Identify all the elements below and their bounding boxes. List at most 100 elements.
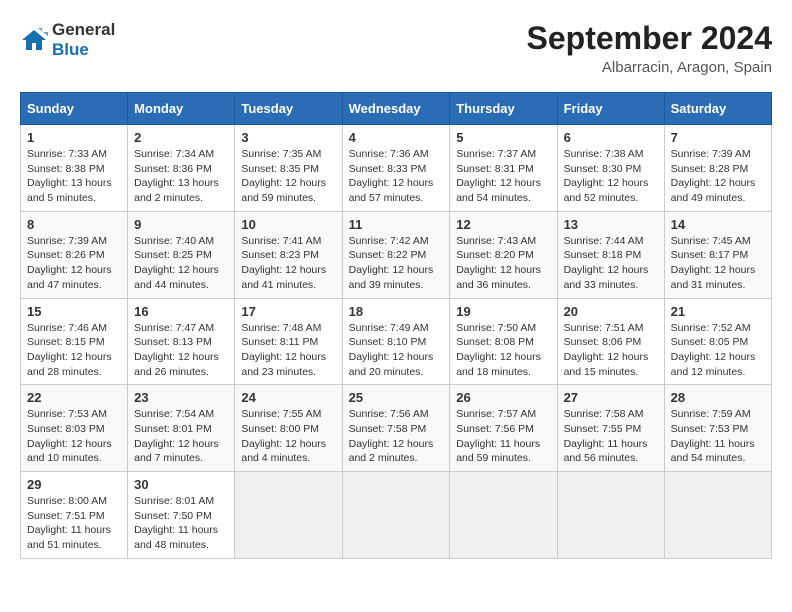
day-number: 26 [456, 390, 550, 405]
day-number: 19 [456, 304, 550, 319]
day-number: 12 [456, 217, 550, 232]
calendar-cell: 8 Sunrise: 7:39 AM Sunset: 8:26 PM Daylig… [21, 211, 128, 298]
day-number: 24 [241, 390, 335, 405]
day-number: 5 [456, 130, 550, 145]
weekday-header-sunday: Sunday [21, 93, 128, 125]
weekday-header-wednesday: Wednesday [342, 93, 450, 125]
day-info: Sunrise: 7:46 AM Sunset: 8:15 PM Dayligh… [27, 321, 121, 380]
calendar-cell [450, 472, 557, 559]
day-number: 2 [134, 130, 228, 145]
day-info: Sunrise: 7:39 AM Sunset: 8:26 PM Dayligh… [27, 234, 121, 293]
day-info: Sunrise: 7:52 AM Sunset: 8:05 PM Dayligh… [671, 321, 765, 380]
calendar-cell: 4Sunrise: 7:36 AM Sunset: 8:33 PM Daylig… [342, 125, 450, 212]
calendar-cell [664, 472, 771, 559]
calendar-cell: 26 Sunrise: 7:57 AM Sunset: 7:56 PM Dayli… [450, 385, 557, 472]
calendar-cell: 29 Sunrise: 8:00 AM Sunset: 7:51 PM Dayli… [21, 472, 128, 559]
page-header: General Blue September 2024 Albarracin, … [20, 20, 772, 76]
calendar-cell: 2 Sunrise: 7:34 AM Sunset: 8:36 PM Daylig… [128, 125, 235, 212]
day-info: Sunrise: 7:36 AM Sunset: 8:33 PM Dayligh… [349, 147, 444, 206]
day-info: Sunrise: 7:59 AM Sunset: 7:53 PM Dayligh… [671, 407, 765, 466]
location: Albarracin, Aragon, Spain [527, 59, 772, 76]
day-number: 9 [134, 217, 228, 232]
day-number: 28 [671, 390, 765, 405]
day-number: 23 [134, 390, 228, 405]
day-info: Sunrise: 7:55 AM Sunset: 8:00 PM Dayligh… [241, 407, 335, 466]
day-info: Sunrise: 7:48 AM Sunset: 8:11 PM Dayligh… [241, 321, 335, 380]
day-number: 7 [671, 130, 765, 145]
calendar-cell: 3 Sunrise: 7:35 AM Sunset: 8:35 PM Daylig… [235, 125, 342, 212]
day-number: 10 [241, 217, 335, 232]
calendar-week-row: 29 Sunrise: 8:00 AM Sunset: 7:51 PM Dayli… [21, 472, 772, 559]
calendar-cell: 25Sunrise: 7:56 AM Sunset: 7:58 PM Dayli… [342, 385, 450, 472]
day-info: Sunrise: 7:44 AM Sunset: 8:18 PM Dayligh… [564, 234, 658, 293]
calendar-cell [557, 472, 664, 559]
calendar-week-row: 8 Sunrise: 7:39 AM Sunset: 8:26 PM Daylig… [21, 211, 772, 298]
day-number: 30 [134, 477, 228, 492]
day-info: Sunrise: 7:34 AM Sunset: 8:36 PM Dayligh… [134, 147, 228, 206]
calendar-cell: 1 Sunrise: 7:33 AM Sunset: 8:38 PM Daylig… [21, 125, 128, 212]
day-info: Sunrise: 7:38 AM Sunset: 8:30 PM Dayligh… [564, 147, 658, 206]
calendar-cell: 22 Sunrise: 7:53 AM Sunset: 8:03 PM Dayli… [21, 385, 128, 472]
calendar-cell: 14 Sunrise: 7:45 AM Sunset: 8:17 PM Dayli… [664, 211, 771, 298]
day-info: Sunrise: 7:39 AM Sunset: 8:28 PM Dayligh… [671, 147, 765, 206]
calendar-week-row: 22 Sunrise: 7:53 AM Sunset: 8:03 PM Dayli… [21, 385, 772, 472]
day-info: Sunrise: 7:50 AM Sunset: 8:08 PM Dayligh… [456, 321, 550, 380]
day-info: Sunrise: 7:53 AM Sunset: 8:03 PM Dayligh… [27, 407, 121, 466]
day-number: 18 [349, 304, 444, 319]
day-info: Sunrise: 7:40 AM Sunset: 8:25 PM Dayligh… [134, 234, 228, 293]
day-info: Sunrise: 7:33 AM Sunset: 8:38 PM Dayligh… [27, 147, 121, 206]
day-info: Sunrise: 7:45 AM Sunset: 8:17 PM Dayligh… [671, 234, 765, 293]
calendar-cell: 18 Sunrise: 7:49 AM Sunset: 8:10 PM Dayli… [342, 298, 450, 385]
day-number: 14 [671, 217, 765, 232]
day-number: 16 [134, 304, 228, 319]
calendar-cell: 28 Sunrise: 7:59 AM Sunset: 7:53 PM Dayli… [664, 385, 771, 472]
weekday-header-row: SundayMondayTuesdayWednesdayThursdayFrid… [21, 93, 772, 125]
calendar-cell: 6 Sunrise: 7:38 AM Sunset: 8:30 PM Daylig… [557, 125, 664, 212]
calendar-cell: 30 Sunrise: 8:01 AM Sunset: 7:50 PM Dayli… [128, 472, 235, 559]
calendar-cell: 15Sunrise: 7:46 AM Sunset: 8:15 PM Dayli… [21, 298, 128, 385]
day-number: 3 [241, 130, 335, 145]
calendar-cell [235, 472, 342, 559]
calendar-cell: 17 Sunrise: 7:48 AM Sunset: 8:11 PM Dayli… [235, 298, 342, 385]
day-number: 20 [564, 304, 658, 319]
day-number: 27 [564, 390, 658, 405]
day-info: Sunrise: 7:47 AM Sunset: 8:13 PM Dayligh… [134, 321, 228, 380]
logo-text: General Blue [52, 20, 115, 60]
day-info: Sunrise: 7:57 AM Sunset: 7:56 PM Dayligh… [456, 407, 550, 466]
day-info: Sunrise: 7:58 AM Sunset: 7:55 PM Dayligh… [564, 407, 658, 466]
day-info: Sunrise: 7:41 AM Sunset: 8:23 PM Dayligh… [241, 234, 335, 293]
day-info: Sunrise: 7:35 AM Sunset: 8:35 PM Dayligh… [241, 147, 335, 206]
calendar-cell: 11Sunrise: 7:42 AM Sunset: 8:22 PM Dayli… [342, 211, 450, 298]
day-info: Sunrise: 8:00 AM Sunset: 7:51 PM Dayligh… [27, 494, 121, 553]
calendar-cell: 23 Sunrise: 7:54 AM Sunset: 8:01 PM Dayli… [128, 385, 235, 472]
weekday-header-saturday: Saturday [664, 93, 771, 125]
logo: General Blue [20, 20, 115, 60]
day-number: 6 [564, 130, 658, 145]
day-number: 17 [241, 304, 335, 319]
day-info: Sunrise: 7:54 AM Sunset: 8:01 PM Dayligh… [134, 407, 228, 466]
calendar-cell: 16 Sunrise: 7:47 AM Sunset: 8:13 PM Dayli… [128, 298, 235, 385]
calendar-cell: 24 Sunrise: 7:55 AM Sunset: 8:00 PM Dayli… [235, 385, 342, 472]
calendar-cell: 9 Sunrise: 7:40 AM Sunset: 8:25 PM Daylig… [128, 211, 235, 298]
day-number: 1 [27, 130, 121, 145]
day-info: Sunrise: 8:01 AM Sunset: 7:50 PM Dayligh… [134, 494, 228, 553]
logo-icon [20, 26, 48, 54]
day-info: Sunrise: 7:42 AM Sunset: 8:22 PM Dayligh… [349, 234, 444, 293]
weekday-header-friday: Friday [557, 93, 664, 125]
day-number: 8 [27, 217, 121, 232]
day-number: 22 [27, 390, 121, 405]
calendar-cell: 10 Sunrise: 7:41 AM Sunset: 8:23 PM Dayli… [235, 211, 342, 298]
calendar-week-row: 1 Sunrise: 7:33 AM Sunset: 8:38 PM Daylig… [21, 125, 772, 212]
day-number: 29 [27, 477, 121, 492]
day-info: Sunrise: 7:51 AM Sunset: 8:06 PM Dayligh… [564, 321, 658, 380]
weekday-header-thursday: Thursday [450, 93, 557, 125]
month-title: September 2024 [527, 20, 772, 57]
calendar-cell: 27 Sunrise: 7:58 AM Sunset: 7:55 PM Dayli… [557, 385, 664, 472]
calendar-cell: 13Sunrise: 7:44 AM Sunset: 8:18 PM Dayli… [557, 211, 664, 298]
calendar-cell: 21Sunrise: 7:52 AM Sunset: 8:05 PM Dayli… [664, 298, 771, 385]
weekday-header-tuesday: Tuesday [235, 93, 342, 125]
calendar-cell: 12Sunrise: 7:43 AM Sunset: 8:20 PM Dayli… [450, 211, 557, 298]
calendar-table: SundayMondayTuesdayWednesdayThursdayFrid… [20, 92, 772, 559]
calendar-cell [342, 472, 450, 559]
day-info: Sunrise: 7:49 AM Sunset: 8:10 PM Dayligh… [349, 321, 444, 380]
